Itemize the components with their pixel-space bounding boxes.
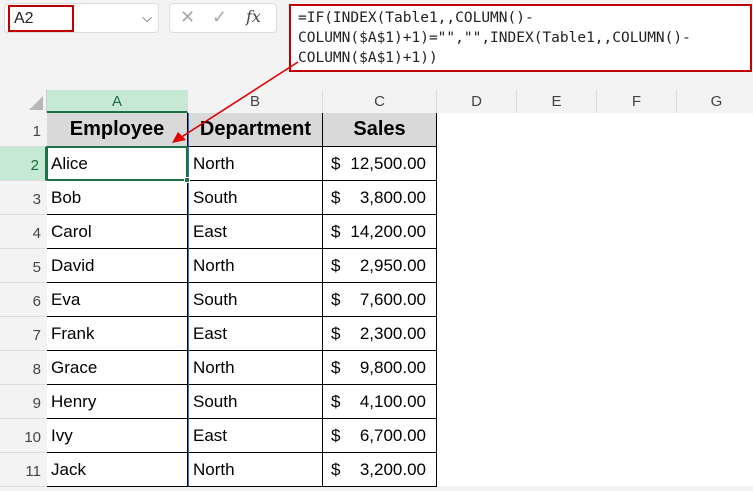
annotation-arrow xyxy=(172,61,299,143)
